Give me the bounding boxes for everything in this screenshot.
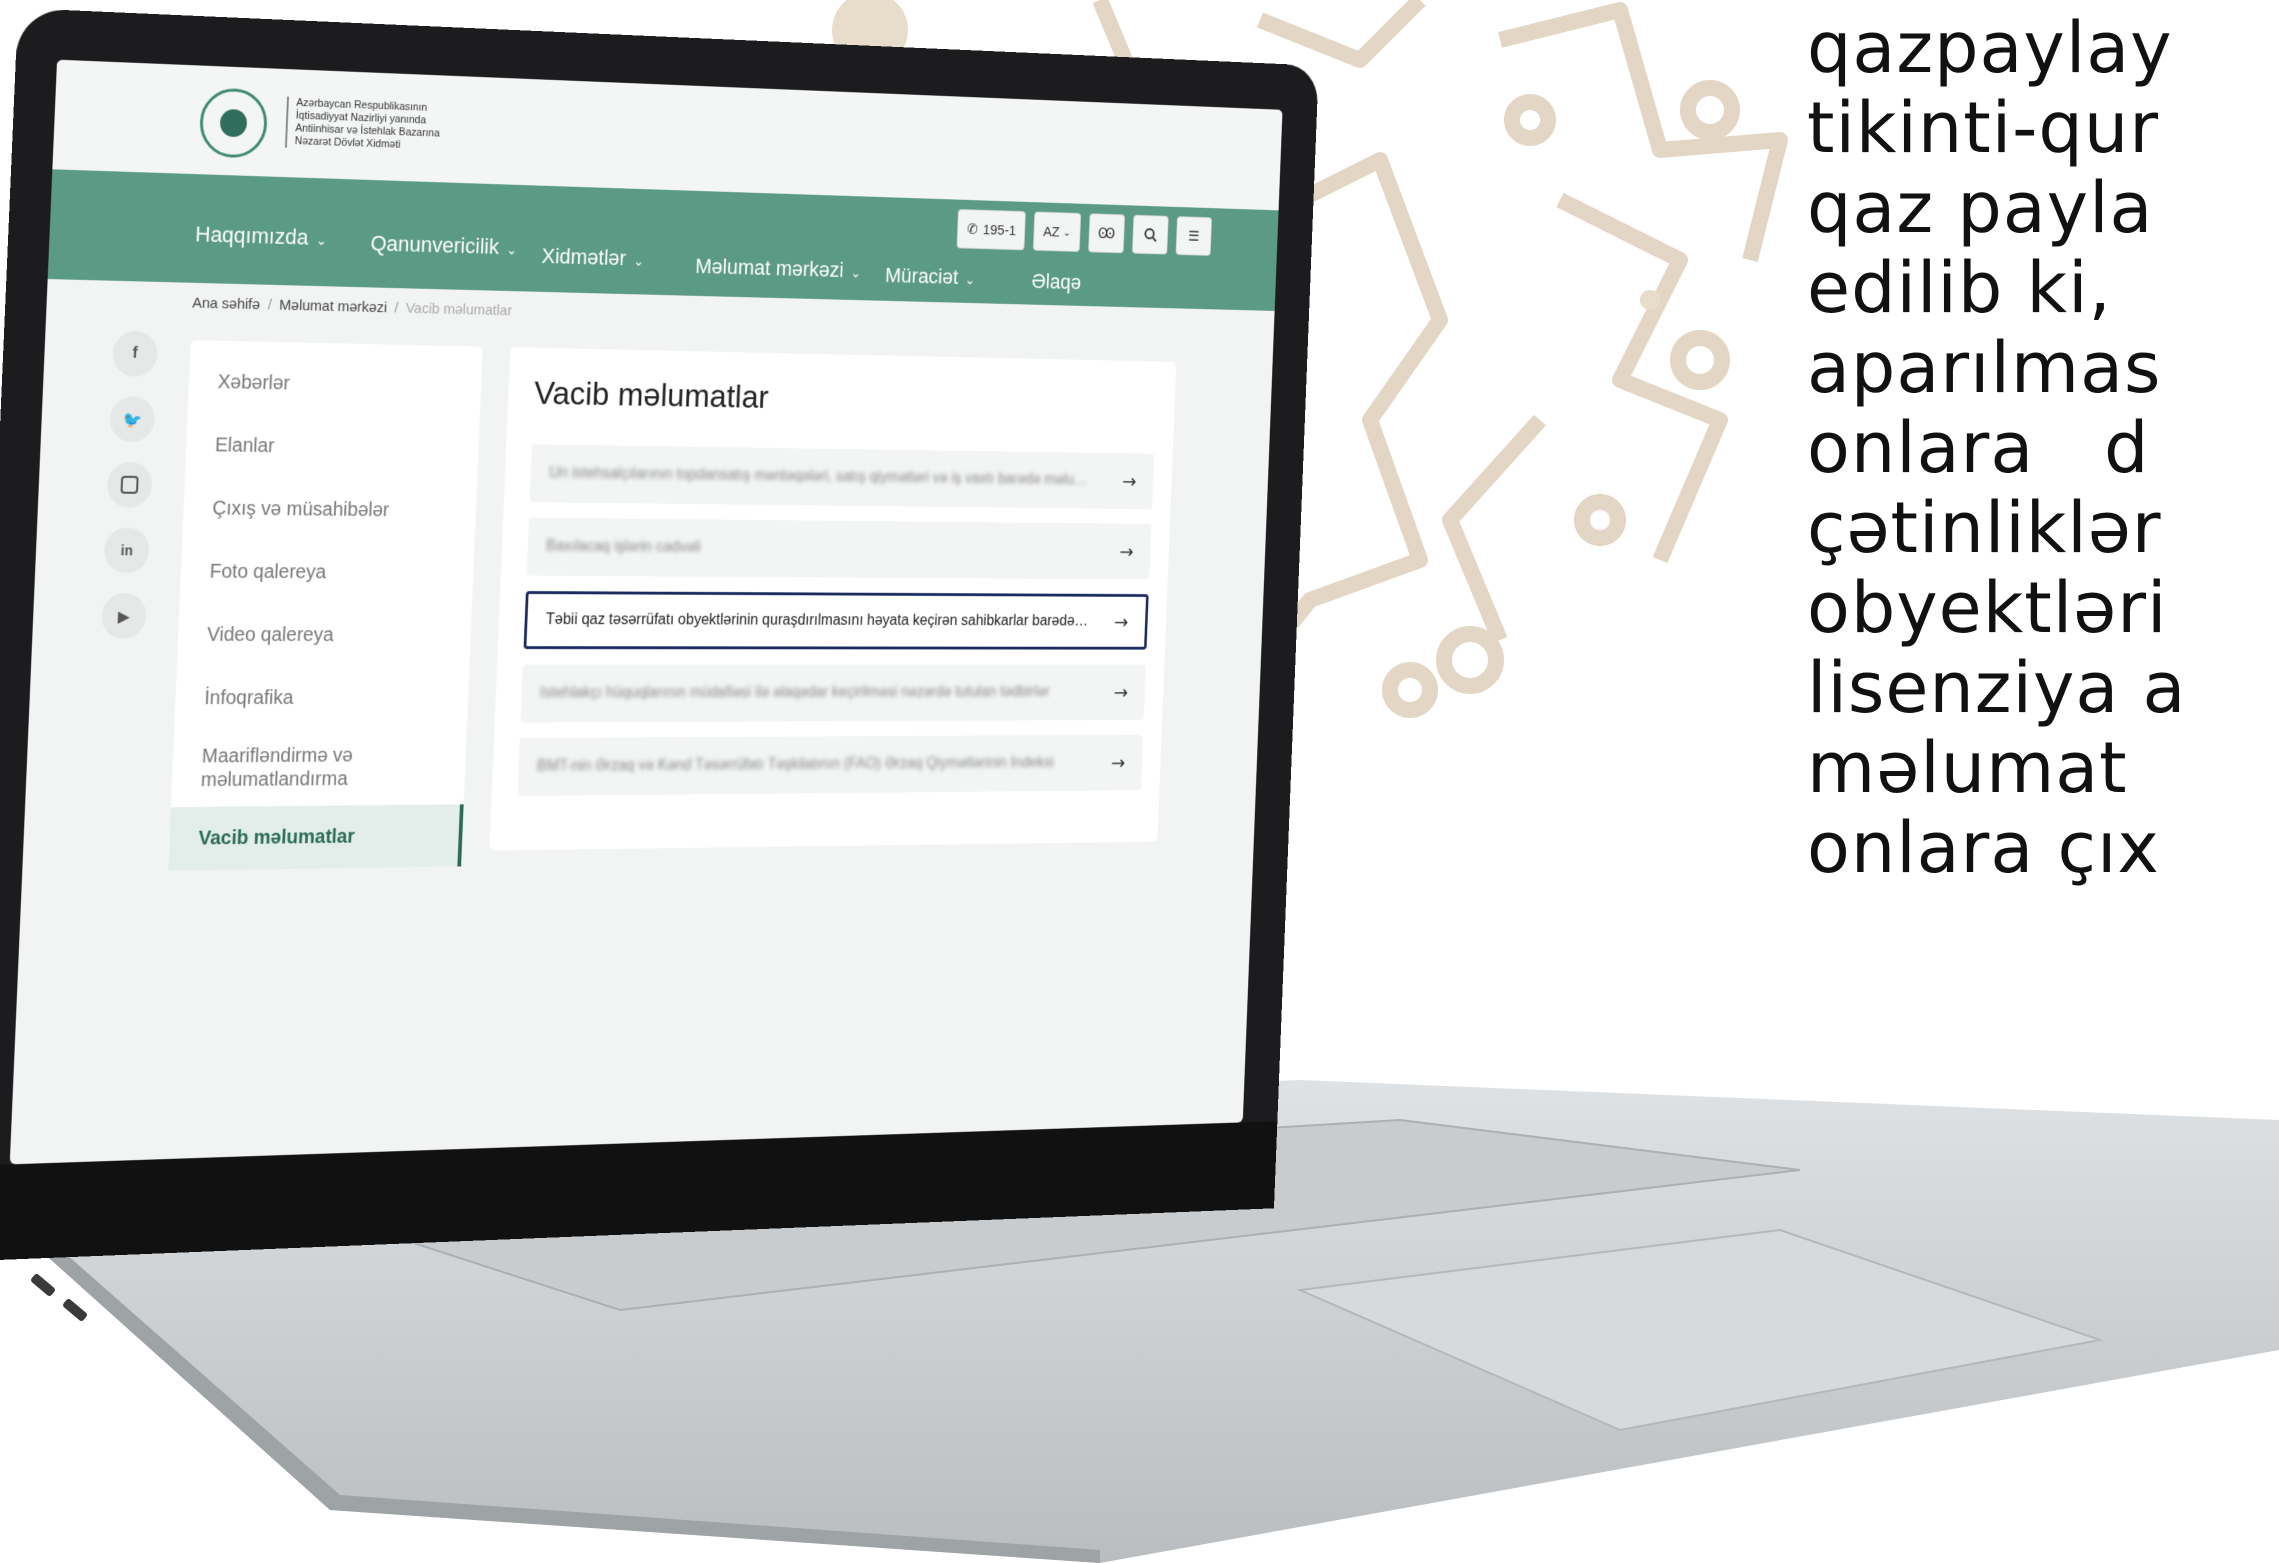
breadcrumb-home[interactable]: Ana səhifə bbox=[192, 295, 261, 313]
twitter-icon: 🐦 bbox=[122, 409, 143, 429]
eye-icon: Ꙭ bbox=[1097, 225, 1116, 242]
arrow-right-icon: → bbox=[1113, 681, 1129, 704]
info-row[interactable]: Un istehsalçılarının topdansatış məntəqə… bbox=[529, 444, 1155, 510]
side-text-line: qaz payla bbox=[1807, 167, 2154, 249]
nav-services-label: Xidmətlər bbox=[541, 243, 627, 271]
breadcrumb-current: Vacib məlumatlar bbox=[405, 300, 513, 320]
sidebar-item-photo-gallery[interactable]: Foto qalereya bbox=[180, 540, 475, 605]
info-row[interactable]: Baxılacaq işlərin cədvəli → bbox=[526, 517, 1152, 580]
hamburger-icon: ☰ bbox=[1187, 228, 1200, 245]
phone-button[interactable]: ✆ 195-1 bbox=[956, 208, 1027, 251]
phone-number: 195-1 bbox=[982, 221, 1017, 239]
chevron-down-icon: ⌄ bbox=[964, 271, 976, 288]
breadcrumb: Ana səhifə / Məlumat mərkəzi / Vacib məlumat… bbox=[192, 295, 512, 319]
nav-contact[interactable]: Əlaqə bbox=[1031, 269, 1081, 295]
side-paragraph: qazpaylay tikinti-qur qaz payla edilib k… bbox=[1807, 8, 2279, 888]
breadcrumb-section[interactable]: Məlumat mərkəzi bbox=[279, 297, 387, 316]
page-title: Vacib məlumatlar bbox=[533, 374, 770, 416]
nav-legislation[interactable]: Qanunvericilik ⌄ bbox=[370, 231, 518, 261]
info-row-title: Təbii qaz təsərrüfatı obyektlərinin qura… bbox=[545, 611, 1092, 630]
info-row-highlighted[interactable]: Təbii qaz təsərrüfatı obyektlərinin qura… bbox=[523, 591, 1149, 650]
chevron-down-icon: ⌄ bbox=[315, 232, 328, 249]
chevron-down-icon: ⌄ bbox=[633, 253, 645, 269]
side-text-line: aparılmas bbox=[1807, 327, 2162, 409]
sidebar-item-important-info[interactable]: Vacib məlumatlar bbox=[168, 804, 464, 871]
sidebar-item-awareness[interactable]: Maarifləndirmə və məlumatlandırma bbox=[171, 729, 467, 808]
nav-about-label: Haqqımızda bbox=[194, 221, 309, 250]
linkedin-icon: in bbox=[120, 542, 134, 559]
side-text-line: obyektləri bbox=[1807, 567, 2168, 649]
nav-appeal[interactable]: Müraciət ⌄ bbox=[885, 263, 976, 290]
accessibility-button[interactable]: Ꙭ bbox=[1087, 213, 1126, 254]
nav-about[interactable]: Haqqımızda ⌄ bbox=[195, 222, 328, 251]
chevron-down-icon: ⌄ bbox=[850, 264, 862, 281]
facebook-icon: f bbox=[132, 344, 139, 362]
sidebar-item-video-gallery[interactable]: Video qalereya bbox=[177, 603, 472, 666]
nav-legislation-label: Qanunvericilik bbox=[370, 230, 500, 259]
arrow-right-icon: → bbox=[1119, 540, 1135, 563]
header-tools: ✆ 195-1 AZ ⌄ Ꙭ ☰ bbox=[956, 208, 1213, 256]
main-content: Vacib məlumatlar Un istehsalçılarının to… bbox=[489, 347, 1177, 851]
phone-icon: ✆ bbox=[966, 221, 979, 238]
side-text-line: tikinti-qur bbox=[1807, 87, 2159, 169]
twitter-link[interactable]: 🐦 bbox=[109, 396, 156, 443]
org-name: Azərbaycan Respublikasının İqtisadiyyat … bbox=[284, 96, 442, 154]
breadcrumb-separator: / bbox=[394, 299, 399, 317]
language-value: AZ bbox=[1042, 223, 1060, 240]
info-row-title: Baxılacaq işlərin cədvəli bbox=[545, 538, 701, 556]
sidebar-item-announcements[interactable]: Elanlar bbox=[185, 413, 480, 480]
youtube-link[interactable]: ▶ bbox=[100, 592, 148, 639]
sidebar-item-infographics[interactable]: İnfoqrafika bbox=[174, 666, 469, 729]
nav-services[interactable]: Xidmətlər ⌄ bbox=[541, 244, 644, 272]
side-text-line: onlara d bbox=[1807, 407, 2150, 489]
chevron-down-icon: ⌄ bbox=[1062, 226, 1071, 239]
side-text-line: məlumat bbox=[1807, 727, 2128, 809]
social-links: f 🐦 in ▶ bbox=[100, 330, 159, 639]
nav-info-center[interactable]: Məlumat mərkəzi ⌄ bbox=[695, 254, 862, 283]
breadcrumb-separator: / bbox=[267, 296, 273, 314]
search-button[interactable] bbox=[1131, 214, 1169, 255]
laptop-screen-bezel: Azərbaycan Respublikasının İqtisadiyyat … bbox=[0, 8, 1319, 1262]
arrow-right-icon: → bbox=[1110, 751, 1126, 774]
linkedin-link[interactable]: in bbox=[103, 527, 151, 574]
info-row-title: İstehlakçı hüquqlarının müdafiəsi ilə əl… bbox=[539, 683, 1050, 702]
sidebar-item-news[interactable]: Xəbərlər bbox=[188, 350, 483, 418]
youtube-icon: ▶ bbox=[117, 606, 131, 626]
sidebar-menu: Xəbərlər Elanlar Çıxış və müsahibələr Fo… bbox=[168, 340, 483, 871]
chevron-down-icon: ⌄ bbox=[505, 241, 518, 258]
facebook-link[interactable]: f bbox=[111, 330, 159, 378]
nav-contact-label: Əlaqə bbox=[1031, 269, 1082, 294]
language-selector[interactable]: AZ ⌄ bbox=[1033, 211, 1081, 252]
sidebar-item-interviews[interactable]: Çıxış və müsahibələr bbox=[182, 477, 477, 543]
instagram-icon bbox=[120, 475, 139, 494]
arrow-right-icon: → bbox=[1121, 469, 1137, 493]
info-row[interactable]: İstehlakçı hüquqlarının müdafiəsi ilə əl… bbox=[520, 664, 1146, 723]
info-row-title: Un istehsalçılarının topdansatış məntəqə… bbox=[548, 464, 1095, 489]
emblem-logo bbox=[198, 87, 269, 159]
info-row[interactable]: BMT-nin Ərzaq və Kənd Təsərrüfatı Təşkil… bbox=[517, 734, 1144, 797]
side-text-line: onlara çıx bbox=[1807, 807, 2160, 888]
side-text-line: edilib ki, bbox=[1807, 247, 2112, 329]
website-screen: Azərbaycan Respublikasının İqtisadiyyat … bbox=[9, 59, 1283, 1165]
search-icon bbox=[1143, 227, 1157, 242]
instagram-link[interactable] bbox=[106, 461, 153, 508]
nav-info-center-label: Məlumat mərkəzi bbox=[694, 253, 845, 282]
info-row-title: BMT-nin Ərzaq və Kənd Təsərrüfatı Təşkil… bbox=[536, 754, 1055, 775]
arrow-right-icon: → bbox=[1113, 610, 1129, 633]
menu-button[interactable]: ☰ bbox=[1175, 216, 1213, 256]
side-text-line: çətinliklər bbox=[1807, 487, 2162, 569]
side-text-line: lisenziya a bbox=[1807, 647, 2187, 729]
nav-appeal-label: Müraciət bbox=[884, 263, 959, 289]
side-text-line: qazpaylay bbox=[1807, 8, 2173, 89]
